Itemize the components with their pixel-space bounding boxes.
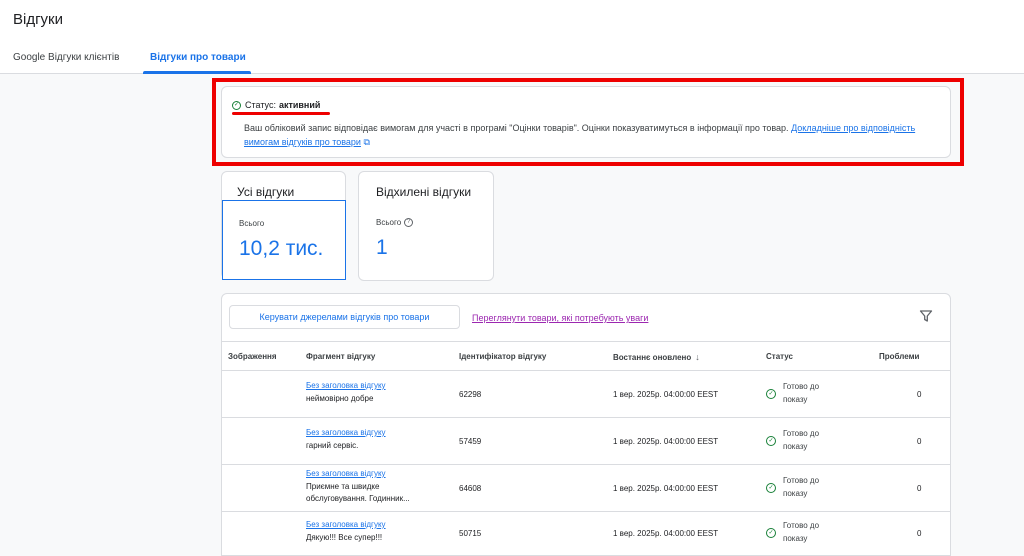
status-underline-mark xyxy=(232,112,330,115)
all-reviews-title: Усі відгуки xyxy=(237,185,295,199)
active-tab-indicator xyxy=(143,71,251,74)
review-problems: 0 xyxy=(917,437,922,446)
arrow-down-icon: ↓ xyxy=(695,352,700,362)
help-icon[interactable]: ? xyxy=(404,218,414,227)
header-image[interactable]: Зображення xyxy=(228,352,277,361)
all-reviews-selected: Всього 10,2 тис. xyxy=(222,200,346,280)
check-circle-icon: ✓ xyxy=(766,389,776,399)
check-circle-icon: ✓ xyxy=(766,436,776,446)
tab-product-reviews[interactable]: Відгуки про товари xyxy=(150,52,246,63)
review-fragment: Без заголовка відгуку Дякую!!! Все супер… xyxy=(306,520,386,544)
review-problems: 0 xyxy=(917,484,922,493)
review-status: Готово до показу xyxy=(783,521,820,543)
check-circle-icon: ✓ xyxy=(766,528,776,538)
status-card: ✓ Статус: активний Ваш обліковий запис в… xyxy=(221,86,951,158)
rejected-reviews-label: Всього xyxy=(376,218,402,227)
review-fragment: Без заголовка відгуку гарний сервіс. xyxy=(306,428,386,452)
review-id: 62298 xyxy=(459,390,482,399)
all-reviews-count: 10,2 тис. xyxy=(239,237,324,260)
review-text: Приємне та швидке обслуговування. Годинн… xyxy=(306,482,410,503)
rejected-reviews-card[interactable]: Відхилені відгуки Всього ? 1 xyxy=(358,171,494,281)
review-title-link[interactable]: Без заголовка відгуку xyxy=(306,469,436,478)
table-row[interactable]: Без заголовка відгуку Приємне та швидке … xyxy=(222,465,950,512)
external-link-icon: ⧉ xyxy=(363,137,370,147)
all-reviews-label: Всього xyxy=(239,219,265,228)
review-updated: 1 вер. 2025р. 04:00:00 EEST xyxy=(613,484,719,493)
review-problems: 0 xyxy=(917,529,922,538)
manage-review-sources-button[interactable]: Керувати джерелами відгуків про товари xyxy=(229,305,460,329)
table-row[interactable]: Без заголовка відгуку гарний сервіс. 574… xyxy=(222,418,950,465)
reviews-table-card: Керувати джерелами відгуків про товари П… xyxy=(221,293,951,556)
status-prefix: Статус: xyxy=(245,100,276,110)
review-status: Готово до показу xyxy=(783,476,820,498)
header-status[interactable]: Статус xyxy=(766,352,793,361)
table-row[interactable]: Без заголовка відгуку неймовірно добре 6… xyxy=(222,371,950,418)
review-title-link[interactable]: Без заголовка відгуку xyxy=(306,428,386,437)
status-description-text: Ваш обліковий запис відповідає вимогам д… xyxy=(244,123,789,133)
review-products-link[interactable]: Переглянути товари, які потребують уваги xyxy=(472,313,648,323)
filter-icon[interactable] xyxy=(919,309,933,323)
review-text: неймовірно добре xyxy=(306,394,374,403)
check-circle-icon: ✓ xyxy=(766,483,776,493)
review-updated: 1 вер. 2025р. 04:00:00 EEST xyxy=(613,437,719,446)
review-problems: 0 xyxy=(917,390,922,399)
review-text: Дякую!!! Все супер!!! xyxy=(306,533,383,542)
table-header: Зображення Фрагмент відгуку Ідентифікато… xyxy=(222,341,950,371)
review-id: 57459 xyxy=(459,437,482,446)
status-line: ✓ Статус: активний xyxy=(232,100,320,110)
header-updated-label: Востаннє оновлено xyxy=(613,353,692,362)
header-id[interactable]: Ідентифікатор відгуку xyxy=(459,352,546,361)
status-description: Ваш обліковий запис відповідає вимогам д… xyxy=(244,121,944,149)
review-fragment: Без заголовка відгуку Приємне та швидке … xyxy=(306,469,436,505)
tab-google-customer-reviews[interactable]: Google Відгуки клієнтів xyxy=(13,52,119,63)
top-bar: Відгуки Google Відгуки клієнтів Відгуки … xyxy=(0,0,1024,74)
review-updated: 1 вер. 2025р. 04:00:00 EEST xyxy=(613,390,719,399)
review-fragment: Без заголовка відгуку неймовірно добре xyxy=(306,381,386,405)
status-value: активний xyxy=(278,100,321,110)
page-title: Відгуки xyxy=(13,11,64,28)
review-id: 50715 xyxy=(459,529,482,538)
review-status: Готово до показу xyxy=(783,382,820,404)
rejected-reviews-count: 1 xyxy=(376,236,388,259)
table-row[interactable]: Без заголовка відгуку Дякую!!! Все супер… xyxy=(222,512,950,555)
review-text: гарний сервіс. xyxy=(306,441,359,450)
review-id: 64608 xyxy=(459,484,482,493)
header-fragment[interactable]: Фрагмент відгуку xyxy=(306,352,375,361)
header-problems[interactable]: Проблеми xyxy=(879,352,919,361)
review-status: Готово до показу xyxy=(783,429,820,451)
review-updated: 1 вер. 2025р. 04:00:00 EEST xyxy=(613,529,719,538)
review-title-link[interactable]: Без заголовка відгуку xyxy=(306,520,386,529)
header-updated[interactable]: Востаннє оновлено ↓ xyxy=(613,352,700,362)
check-circle-icon: ✓ xyxy=(232,100,241,110)
review-title-link[interactable]: Без заголовка відгуку xyxy=(306,381,386,390)
all-reviews-card[interactable]: Усі відгуки Всього 10,2 тис. xyxy=(221,171,346,280)
rejected-reviews-title: Відхилені відгуки xyxy=(376,185,472,199)
rejected-label-row: Всього ? xyxy=(376,218,414,227)
